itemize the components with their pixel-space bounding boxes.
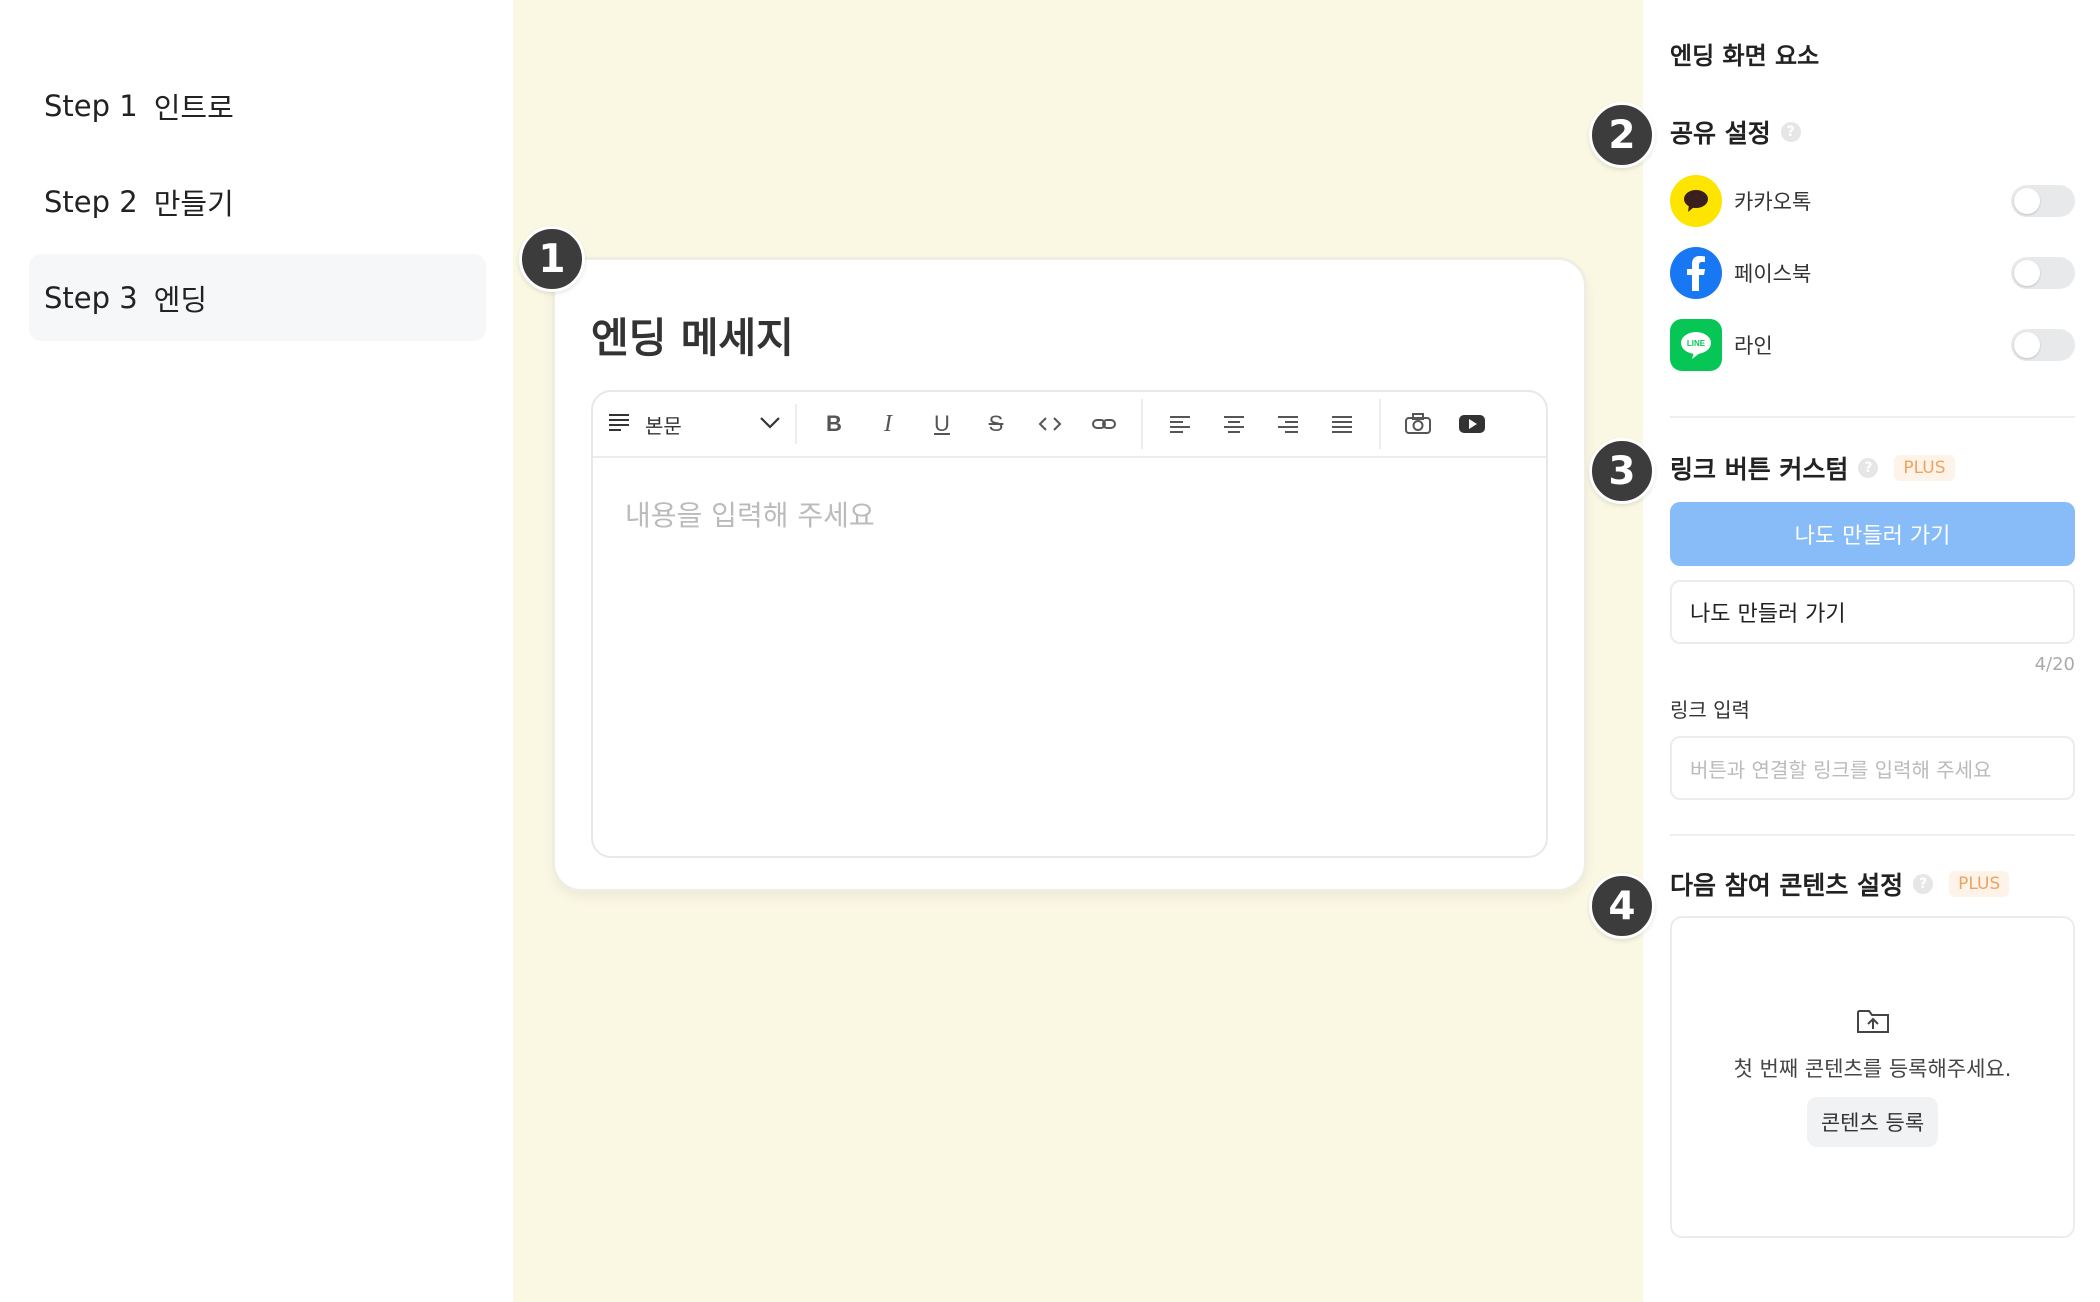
link-input-label: 링크 입력	[1670, 698, 1750, 722]
step-badge-4: 4	[1589, 873, 1655, 939]
underline-icon[interactable]: U	[915, 402, 969, 446]
button-label-input[interactable]: 나도 만들러 가기	[1670, 580, 2075, 644]
panel-title: 엔딩 화면 요소	[1670, 42, 1820, 70]
share-row-facebook: 페이스북	[1670, 246, 2075, 300]
section-divider	[1670, 416, 2075, 418]
svg-text:LINE: LINE	[1687, 339, 1706, 348]
share-settings-section: 공유 설정 ? 카카오톡 페이스북 LINE 라인	[1670, 114, 2075, 372]
step-item-intro[interactable]: Step 1 인트로	[29, 62, 486, 149]
step-item-create[interactable]: Step 2 만들기	[29, 158, 486, 245]
section-title-text: 공유 설정	[1670, 119, 1771, 148]
media-group	[1381, 399, 1509, 449]
empty-content-text: 첫 번째 콘텐츠를 등록해주세요.	[1733, 1057, 2012, 1081]
chevron-down-icon	[759, 415, 781, 434]
youtube-icon[interactable]	[1445, 402, 1499, 446]
step-number: Step 1	[44, 88, 138, 123]
align-center-icon[interactable]	[1207, 402, 1261, 446]
next-content-section: 다음 참여 콘텐츠 설정 ? PLUS 첫 번째 콘텐츠를 등록해주세요. 콘텐…	[1670, 866, 2075, 1238]
plus-badge: PLUS	[1894, 455, 1955, 481]
align-right-icon[interactable]	[1261, 402, 1315, 446]
share-row-kakaotalk: 카카오톡	[1670, 174, 2075, 228]
step-sidebar: Step 1 인트로 Step 2 만들기 Step 3 엔딩	[0, 0, 513, 1302]
help-icon[interactable]: ?	[1913, 874, 1934, 894]
italic-icon[interactable]: I	[861, 402, 915, 446]
link-button-preview[interactable]: 나도 만들러 가기	[1670, 502, 2075, 566]
paragraph-format-select[interactable]: 본문	[607, 404, 797, 444]
step-number: Step 3	[44, 280, 138, 315]
share-name: 페이스북	[1734, 262, 1812, 286]
editor-content[interactable]: 내용을 입력해 주세요	[593, 458, 1546, 856]
help-icon[interactable]: ?	[1780, 122, 1801, 142]
code-icon[interactable]	[1023, 402, 1077, 446]
step-item-ending[interactable]: Step 3 엔딩	[29, 254, 486, 341]
align-left-icon[interactable]	[1153, 402, 1207, 446]
link-button-section: 링크 버튼 커스텀 ? PLUS 나도 만들러 가기 나도 만들러 가기 4/2…	[1670, 450, 2075, 800]
kakaotalk-icon	[1670, 175, 1722, 227]
step-badge-3: 3	[1589, 438, 1655, 504]
card-title: 엔딩 메세지	[591, 314, 794, 362]
plus-badge: PLUS	[1949, 871, 2010, 897]
step-number: Step 2	[44, 184, 138, 219]
help-icon[interactable]: ?	[1858, 458, 1879, 478]
step-label: 인트로	[153, 90, 234, 125]
step-badge-1: 1	[519, 226, 585, 292]
alignment-group	[1143, 399, 1381, 449]
preview-canvas: 1 엔딩 메세지 본문 B I U S 내용을 입력해 주세요	[513, 0, 1643, 1302]
align-justify-icon[interactable]	[1315, 402, 1369, 446]
content-dropzone[interactable]: 첫 번째 콘텐츠를 등록해주세요. 콘텐츠 등록	[1670, 916, 2075, 1238]
share-name: 카카오톡	[1734, 190, 1812, 214]
rich-text-editor: 본문 B I U S 내용을 입력해 주세요	[591, 390, 1548, 858]
facebook-toggle[interactable]	[2011, 257, 2075, 289]
link-icon[interactable]	[1077, 402, 1131, 446]
kakaotalk-toggle[interactable]	[2011, 185, 2075, 217]
section-divider	[1670, 834, 2075, 836]
link-button-title: 링크 버튼 커스텀 ? PLUS	[1670, 450, 2075, 486]
line-icon: LINE	[1670, 319, 1722, 371]
link-url-input[interactable]: 버튼과 연결할 링크를 입력해 주세요	[1670, 736, 2075, 800]
share-row-line: LINE 라인	[1670, 318, 2075, 372]
paragraph-icon	[607, 412, 631, 436]
ending-message-card: 엔딩 메세지 본문 B I U S 내용을 입력해 주세요	[555, 260, 1584, 889]
paragraph-format-label: 본문	[645, 413, 682, 438]
facebook-icon	[1670, 247, 1722, 299]
register-content-button[interactable]: 콘텐츠 등록	[1806, 1097, 1939, 1147]
share-name: 라인	[1734, 334, 1773, 358]
next-content-title: 다음 참여 콘텐츠 설정 ? PLUS	[1670, 866, 2075, 902]
step-label: 만들기	[153, 186, 234, 221]
folder-upload-icon	[1856, 1007, 1890, 1039]
text-style-group: B I U S	[797, 399, 1143, 449]
camera-icon[interactable]	[1391, 402, 1445, 446]
strikethrough-icon[interactable]: S	[969, 402, 1023, 446]
ending-settings-panel: 엔딩 화면 요소 공유 설정 ? 카카오톡 페이스북 LINE 라인 링크 버튼…	[1643, 0, 2100, 1302]
section-title-text: 링크 버튼 커스텀	[1670, 455, 1849, 484]
bold-icon[interactable]: B	[807, 402, 861, 446]
line-toggle[interactable]	[2011, 329, 2075, 361]
section-title-text: 다음 참여 콘텐츠 설정	[1670, 871, 1904, 900]
step-label: 엔딩	[153, 282, 208, 317]
share-settings-title: 공유 설정 ?	[1670, 114, 2075, 150]
char-counter: 4/20	[2034, 654, 2075, 675]
editor-toolbar: 본문 B I U S	[593, 392, 1546, 458]
step-badge-2: 2	[1589, 102, 1655, 168]
